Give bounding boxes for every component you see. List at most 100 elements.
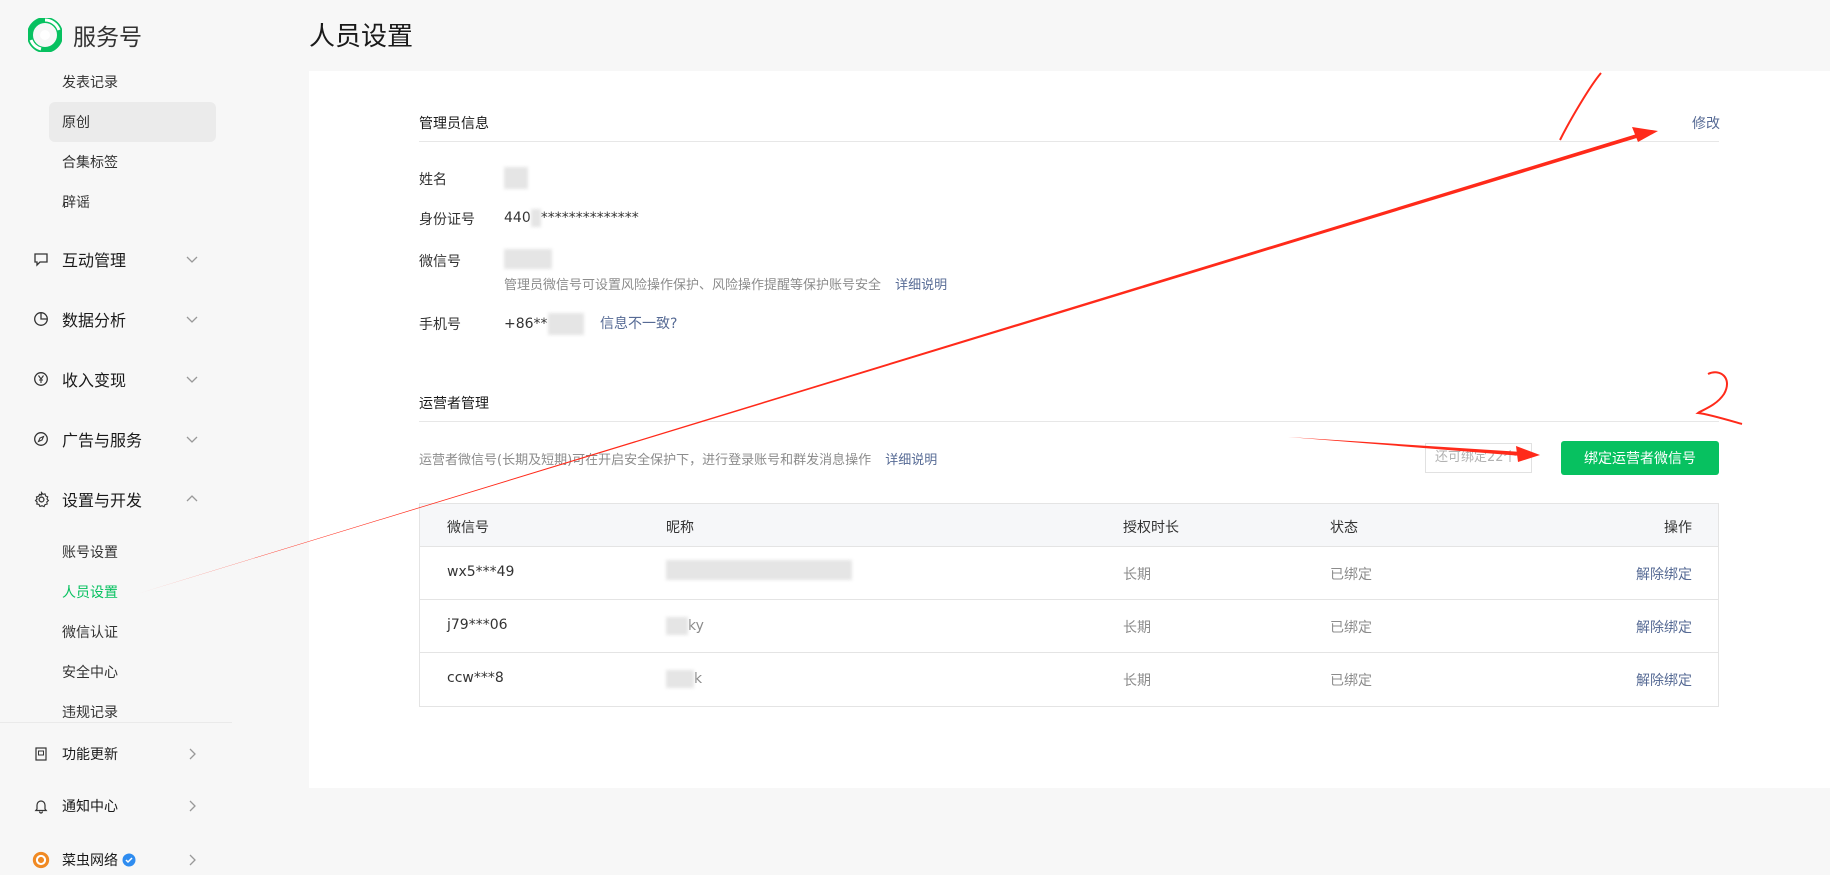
redacted-nickname [666, 617, 688, 635]
column-header-wechat-id: 微信号 [447, 520, 489, 536]
phone-prefix: +86** [504, 316, 548, 332]
operators-hint: 运营者微信号(长期及短期)可在开启安全保护下，进行登录账号和群发消息操作 详细说… [419, 449, 937, 468]
row-nickname: k [666, 670, 702, 688]
nav-label: 广告与服务 [62, 431, 143, 450]
app-name: 服务号 [73, 25, 142, 51]
account-avatar-icon [32, 851, 50, 869]
nav-notifications[interactable]: 通知中心 [32, 793, 200, 819]
nav-label: 收入变现 [62, 371, 127, 390]
nav-interaction[interactable]: 互动管理 [32, 246, 200, 272]
row-wechat-id: j79***06 [447, 617, 508, 633]
nav-analytics[interactable]: 数据分析 [32, 306, 200, 332]
unbind-link[interactable]: 解除绑定 [1636, 564, 1692, 584]
chevron-up-icon [186, 495, 198, 502]
nav-label: 功能更新 [62, 747, 118, 763]
chevron-right-icon [189, 748, 196, 760]
chevron-down-icon [186, 376, 198, 383]
row-status: 已绑定 [1330, 620, 1372, 636]
phone-value: +86** 信息不一致? [504, 313, 677, 335]
compass-icon [32, 430, 50, 448]
row-duration: 长期 [1123, 567, 1151, 583]
remaining-bind-count: 还可绑定22个 [1425, 443, 1532, 473]
table-header: 微信号 昵称 授权时长 状态 操作 [420, 504, 1718, 547]
nav-ads-services[interactable]: 广告与服务 [32, 426, 200, 452]
service-account-logo-icon [28, 18, 62, 52]
table-row: j79***06 ky 长期 已绑定 解除绑定 [420, 600, 1718, 653]
chevron-down-icon [186, 436, 198, 443]
unbind-link[interactable]: 解除绑定 [1636, 617, 1692, 637]
sidebar-item-violation-records[interactable]: 违规记录 [62, 702, 118, 722]
id-prefix: 440 [504, 210, 531, 226]
id-value: 440 ************** [504, 209, 639, 227]
redacted-nickname [666, 560, 852, 580]
sidebar: 服务号 发表记录 原创 合集标签 辟谣 互动管理 数据分析 收入变现 广告与服务 [0, 0, 232, 875]
row-nickname: ky [666, 617, 704, 635]
row-status: 已绑定 [1330, 673, 1372, 689]
row-duration: 长期 [1123, 620, 1151, 636]
wechat-hint-text: 管理员微信号可设置风险操作保护、风险操作提醒等保护账号安全 [504, 278, 882, 293]
table-row: wx5***49 长期 已绑定 解除绑定 [420, 547, 1718, 600]
sidebar-item-collection-tags[interactable]: 合集标签 [62, 152, 118, 172]
nav-feature-updates[interactable]: 功能更新 [32, 741, 200, 767]
nickname-visible-part: k [694, 671, 703, 687]
wechat-value [504, 249, 552, 269]
wechat-hint: 管理员微信号可设置风险操作保护、风险操作提醒等保护账号安全 详细说明 [504, 274, 947, 293]
pie-chart-icon [32, 310, 50, 328]
redacted-id [530, 209, 541, 227]
row-nickname [666, 560, 852, 580]
account-name: 菜虫网络 [62, 853, 118, 869]
operators-table: 微信号 昵称 授权时长 状态 操作 wx5***49 长期 已绑定 解除绑定 j… [419, 503, 1719, 707]
name-label: 姓名 [419, 172, 447, 188]
chevron-down-icon [186, 316, 198, 323]
info-mismatch-link[interactable]: 信息不一致? [600, 316, 677, 332]
sidebar-item-wechat-verify[interactable]: 微信认证 [62, 622, 118, 642]
row-wechat-id: ccw***8 [447, 670, 504, 686]
chat-icon [32, 250, 50, 268]
bell-icon [32, 797, 50, 815]
row-wechat-id: wx5***49 [447, 564, 515, 580]
redacted-nickname [666, 670, 694, 688]
redacted-name [504, 167, 528, 189]
sidebar-item-rumor-refute[interactable]: 辟谣 [62, 192, 90, 212]
edit-admin-link[interactable]: 修改 [1692, 113, 1720, 133]
page-title: 人员设置 [309, 22, 414, 52]
column-header-nickname: 昵称 [666, 520, 694, 536]
sidebar-divider [0, 722, 232, 723]
id-label: 身份证号 [419, 212, 475, 228]
name-value [504, 167, 528, 189]
nav-label: 数据分析 [62, 311, 127, 330]
redacted-wechat [504, 249, 552, 269]
chevron-right-icon [189, 854, 196, 866]
sidebar-item-original[interactable]: 原创 [62, 112, 90, 132]
nav-account[interactable]: 菜虫网络 [32, 847, 200, 873]
sidebar-item-staff-settings[interactable]: 人员设置 [62, 582, 118, 602]
unbind-link[interactable]: 解除绑定 [1636, 670, 1692, 690]
gear-icon [32, 490, 50, 508]
row-duration: 长期 [1123, 673, 1151, 689]
nav-label: 互动管理 [62, 251, 127, 270]
column-header-status: 状态 [1330, 520, 1358, 536]
nav-monetization[interactable]: 收入变现 [32, 366, 200, 392]
wechat-detail-link[interactable]: 详细说明 [895, 278, 947, 293]
column-header-duration: 授权时长 [1123, 520, 1179, 536]
phone-label: 手机号 [419, 317, 461, 333]
operators-detail-link[interactable]: 详细说明 [885, 453, 937, 468]
wechat-label: 微信号 [419, 254, 461, 270]
nav-label: 设置与开发 [62, 491, 143, 510]
bind-operator-button[interactable]: 绑定运营者微信号 [1561, 441, 1719, 475]
operators-hint-text: 运营者微信号(长期及短期)可在开启安全保护下，进行登录账号和群发消息操作 [419, 453, 872, 468]
admin-section-title: 管理员信息 [419, 116, 489, 132]
yen-icon [32, 370, 50, 388]
table-row: ccw***8 k 长期 已绑定 解除绑定 [420, 653, 1718, 706]
verified-badge-icon [122, 853, 136, 867]
id-suffix: ************** [540, 210, 639, 226]
nav-settings-dev[interactable]: 设置与开发 [32, 486, 200, 512]
sidebar-item-account-settings[interactable]: 账号设置 [62, 542, 118, 562]
operators-section-divider [419, 421, 1719, 422]
app-logo[interactable]: 服务号 [28, 18, 142, 52]
sidebar-item-security-center[interactable]: 安全中心 [62, 662, 118, 682]
chevron-down-icon [186, 256, 198, 263]
nav-label: 通知中心 [62, 799, 118, 815]
sidebar-item-publish-records[interactable]: 发表记录 [62, 72, 118, 92]
redacted-phone [547, 313, 584, 335]
